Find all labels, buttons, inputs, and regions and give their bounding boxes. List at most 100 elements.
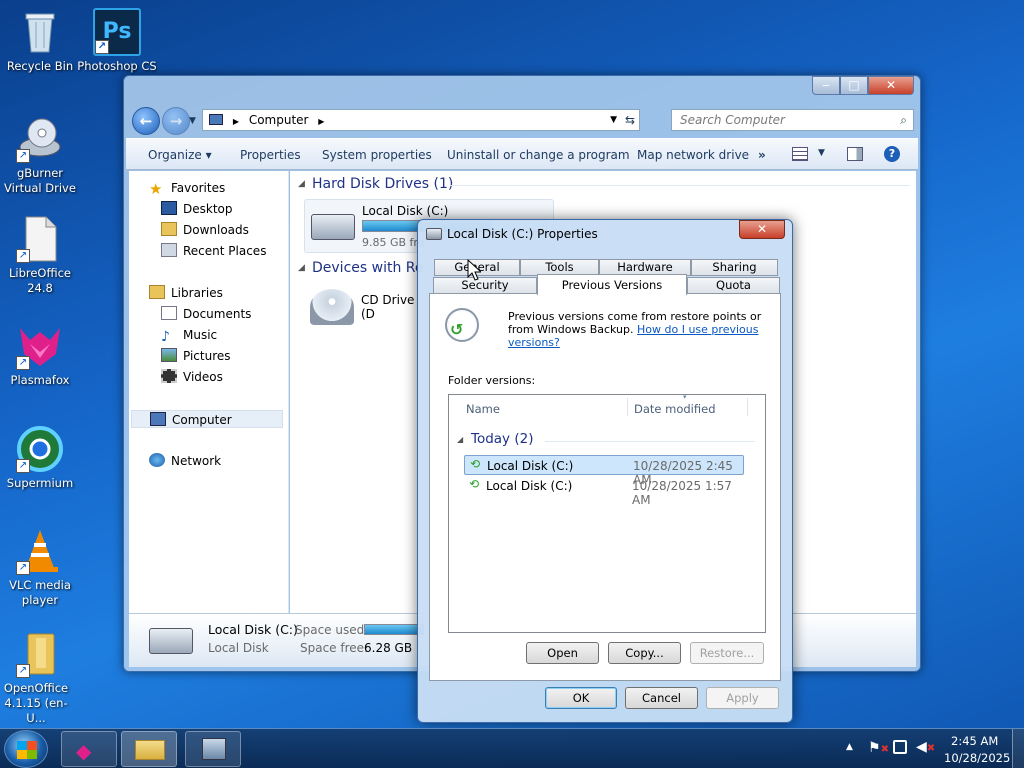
desktop-icon-label: LibreOffice 24.8 — [8, 266, 72, 295]
sidebar-item-desktop[interactable]: Desktop — [161, 200, 233, 218]
recycle-bin-icon — [16, 8, 64, 56]
desktop-icon-gburner[interactable]: ↗ gBurner Virtual Drive — [0, 115, 80, 196]
view-dropdown-icon[interactable]: ▼ — [818, 148, 825, 158]
properties-dialog[interactable]: Local Disk (C:) Properties ✕ General Too… — [417, 219, 793, 723]
minimize-button[interactable]: ‒ — [812, 76, 840, 95]
sidebar-label: Pictures — [183, 349, 231, 363]
version-row[interactable]: ⟲ Local Disk (C:) 10/28/2025 2:45 AM — [464, 455, 744, 487]
column-header-date[interactable]: Date modified — [634, 402, 716, 416]
desktop-icon-libreoffice[interactable]: ↗ LibreOffice 24.8 — [0, 215, 80, 296]
group-header-hard-disk-drives[interactable]: Hard Disk Drives (1) — [312, 176, 453, 192]
breadcrumb-chevron-icon: ▶ — [232, 117, 239, 126]
restore-button[interactable]: Restore... — [690, 642, 764, 664]
sidebar-item-favorites[interactable]: ★ Favorites — [149, 179, 225, 197]
refresh-icon[interactable]: ⇆ — [625, 110, 635, 130]
preview-pane-icon[interactable] — [847, 147, 863, 161]
more-commands-button[interactable]: » — [758, 148, 766, 162]
back-button[interactable]: ← — [132, 107, 160, 135]
desktop-icon-plasmafox[interactable]: ↗ Plasmafox — [0, 322, 80, 388]
dialog-drive-icon — [426, 228, 442, 240]
help-icon[interactable]: ? — [884, 146, 900, 162]
photoshop-icon: Ps ↗ — [93, 8, 141, 56]
breadcrumb-chevron-icon: ▶ — [318, 117, 325, 126]
desktop-icon-label: Supermium — [6, 476, 74, 490]
sort-indicator-icon: ▾ — [683, 393, 687, 401]
collapse-group-icon[interactable]: ◢ — [298, 263, 305, 273]
desktop-icon-openoffice[interactable]: ↗ OpenOffice 4.1.15 (en-U... — [0, 630, 80, 726]
desktop-icon-label: OpenOffice 4.1.15 (en-U... — [3, 681, 69, 725]
search-input[interactable]: Search Computer ⌕ — [671, 109, 914, 131]
column-header-name[interactable]: Name — [466, 402, 500, 416]
desktop-icon-label: gBurner Virtual Drive — [4, 166, 76, 195]
shortcut-arrow-icon: ↗ — [95, 40, 109, 54]
openoffice-folder-icon: ↗ — [16, 630, 64, 678]
recent-pages-dropdown-icon[interactable]: ▼ — [189, 116, 196, 126]
music-note-icon: ♪ — [161, 329, 170, 345]
tray-overflow-icon[interactable]: ▲ — [846, 742, 853, 752]
address-bar[interactable]: ▶ Computer ▶ ▼ ⇆ — [202, 109, 640, 131]
volume-muted-icon[interactable]: ◀✖ — [916, 739, 935, 755]
shortcut-arrow-icon: ↗ — [16, 664, 30, 678]
sidebar-label: Libraries — [171, 286, 223, 300]
maximize-button[interactable]: □ — [840, 76, 868, 95]
collapse-group-icon[interactable]: ◢ — [457, 435, 463, 444]
sidebar-item-videos[interactable]: Videos — [161, 368, 223, 386]
details-usage-bar — [364, 624, 424, 635]
copy-button[interactable]: Copy... — [608, 642, 681, 664]
sidebar-item-music[interactable]: ♪ Music — [161, 326, 217, 344]
details-space-free-value: 6.28 GB — [364, 641, 413, 655]
sidebar-label: Videos — [183, 370, 223, 384]
properties-button[interactable]: Properties — [240, 148, 301, 162]
windows-logo-icon — [17, 741, 37, 759]
details-drive-type: Local Disk — [208, 641, 269, 655]
details-drive-icon — [149, 628, 193, 654]
tab-previous-versions[interactable]: Previous Versions — [537, 274, 687, 295]
desktop-icon-supermium[interactable]: ↗ Supermium — [0, 425, 80, 491]
sidebar-item-pictures[interactable]: Pictures — [161, 347, 231, 365]
taskbar-explorer[interactable] — [121, 731, 177, 767]
network-status-icon[interactable] — [893, 740, 907, 754]
close-button[interactable]: ✕ — [868, 76, 914, 95]
desktop-icon-recycle-bin[interactable]: Recycle Bin — [0, 8, 80, 74]
group-header-removable-devices[interactable]: Devices with Re — [312, 260, 424, 276]
clock-time[interactable]: 2:45 AM — [951, 734, 998, 748]
sidebar-item-recent-places[interactable]: Recent Places — [161, 242, 266, 260]
sidebar-item-documents[interactable]: Documents — [161, 305, 251, 323]
apply-button[interactable]: Apply — [706, 687, 779, 709]
version-group-header[interactable]: Today (2) — [471, 431, 533, 447]
sidebar-item-computer[interactable]: Computer — [131, 410, 283, 428]
collapse-group-icon[interactable]: ◢ — [298, 179, 305, 189]
address-dropdown-icon[interactable]: ▼ — [610, 110, 617, 130]
tab-sharing[interactable]: Sharing — [691, 259, 778, 276]
sidebar-item-libraries[interactable]: Libraries — [149, 284, 223, 302]
cancel-button[interactable]: Cancel — [625, 687, 698, 709]
dialog-close-button[interactable]: ✕ — [739, 220, 785, 239]
start-button[interactable] — [4, 730, 48, 768]
ok-button[interactable]: OK — [545, 687, 617, 709]
system-properties-button[interactable]: System properties — [322, 148, 432, 162]
taskbar-control-panel[interactable] — [185, 731, 241, 767]
action-center-flag-icon[interactable]: ⚑✖ — [868, 740, 889, 756]
tab-quota[interactable]: Quota — [687, 277, 780, 294]
show-desktop-button[interactable] — [1012, 729, 1024, 768]
drive-tile-cd[interactable]: CD Drive (D — [304, 283, 424, 331]
column-divider — [747, 398, 748, 416]
taskbar-plasmafox[interactable]: ◆ — [61, 731, 117, 767]
explorer-folder-icon — [135, 740, 165, 760]
breadcrumb-computer[interactable]: Computer — [249, 113, 309, 127]
open-button[interactable]: Open — [526, 642, 599, 664]
map-network-drive-button[interactable]: Map network drive — [637, 148, 749, 162]
desktop-icon-vlc[interactable]: ↗ VLC media player — [0, 527, 80, 608]
view-options-icon[interactable] — [792, 147, 808, 161]
version-name: Local Disk (C:) — [486, 479, 573, 493]
organize-menu-button[interactable]: Organize ▾ — [148, 148, 212, 162]
sidebar-item-network[interactable]: Network — [149, 452, 221, 470]
forward-button[interactable]: → — [162, 107, 190, 135]
uninstall-program-button[interactable]: Uninstall or change a program — [447, 148, 630, 162]
versions-list[interactable]: Name Date modified ▾ ◢ Today (2) ⟲ Local… — [448, 393, 766, 633]
version-row[interactable]: ⟲ Local Disk (C:) 10/28/2025 1:57 AM — [464, 476, 744, 507]
details-space-free-label: Space free: — [300, 641, 369, 655]
tab-security[interactable]: Security — [433, 277, 537, 294]
clock-date[interactable]: 10/28/2025 — [944, 751, 1010, 765]
sidebar-item-downloads[interactable]: Downloads — [161, 221, 249, 239]
